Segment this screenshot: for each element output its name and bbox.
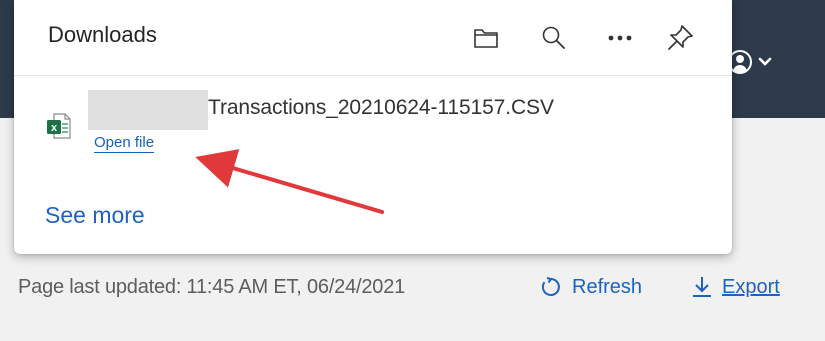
refresh-icon (541, 277, 560, 296)
open-file-link[interactable]: Open file (94, 134, 155, 153)
downloads-header: Downloads (14, 0, 732, 76)
download-file-name: Transactions_20210624-115157.CSV (208, 96, 554, 119)
see-more-link[interactable]: See more (45, 202, 145, 229)
export-label: Export (722, 275, 780, 298)
search-icon (542, 26, 565, 49)
user-menu[interactable] (728, 44, 798, 80)
downloads-flyout: Downloads x Transactions_20210624-115157… (14, 0, 732, 254)
export-button[interactable]: Export (690, 274, 780, 300)
excel-file-icon: x (47, 113, 71, 139)
svg-text:x: x (51, 122, 58, 134)
download-icon (693, 277, 711, 297)
redacted-filename-prefix (88, 90, 208, 130)
more-options-icon (608, 35, 632, 41)
download-list-item[interactable]: x Transactions_20210624-115157.CSV Open … (14, 78, 732, 178)
page-status-row: Page last updated: 11:45 AM ET, 06/24/20… (18, 272, 818, 302)
refresh-button[interactable]: Refresh (538, 274, 642, 300)
folder-icon (474, 29, 498, 48)
search-downloads-button[interactable] (534, 18, 574, 58)
open-downloads-folder-button[interactable] (466, 18, 506, 58)
pin-icon (668, 25, 693, 50)
page-last-updated-text: Page last updated: 11:45 AM ET, 06/24/20… (18, 275, 406, 298)
more-options-button[interactable] (600, 18, 640, 58)
chevron-down-icon (758, 57, 772, 66)
pin-downloads-button[interactable] (660, 18, 700, 58)
refresh-label: Refresh (572, 275, 643, 298)
downloads-title: Downloads (48, 22, 157, 47)
